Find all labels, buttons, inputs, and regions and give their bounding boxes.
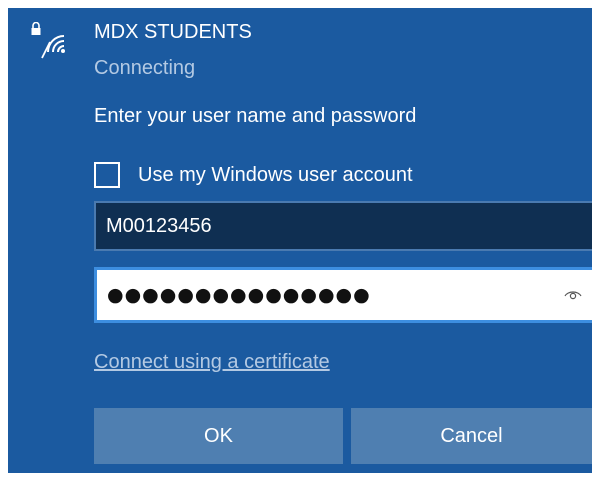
- network-connect-panel: MDX STUDENTS Connecting Enter your user …: [8, 8, 592, 473]
- use-windows-account-label: Use my Windows user account: [138, 164, 413, 186]
- use-windows-account-checkbox[interactable]: Use my Windows user account: [94, 158, 413, 192]
- connection-status: Connecting: [94, 57, 196, 79]
- ok-button[interactable]: OK: [94, 408, 343, 464]
- connect-using-certificate-link[interactable]: Connect using a certificate: [94, 350, 330, 374]
- password-masked-value: ●●●●●●●●●●●●●●●: [107, 284, 371, 306]
- wifi-secured-icon: [28, 21, 76, 70]
- cancel-button[interactable]: Cancel: [351, 408, 592, 464]
- username-value: M00123456: [106, 214, 212, 237]
- checkbox-box[interactable]: [94, 162, 120, 188]
- network-name: MDX STUDENTS: [94, 21, 252, 43]
- credentials-prompt: Enter your user name and password: [94, 105, 417, 127]
- screenshot-frame: MDX STUDENTS Connecting Enter your user …: [0, 0, 599, 481]
- eye-icon[interactable]: [564, 287, 582, 301]
- password-input[interactable]: ●●●●●●●●●●●●●●●: [94, 267, 592, 323]
- username-input[interactable]: M00123456: [94, 201, 592, 251]
